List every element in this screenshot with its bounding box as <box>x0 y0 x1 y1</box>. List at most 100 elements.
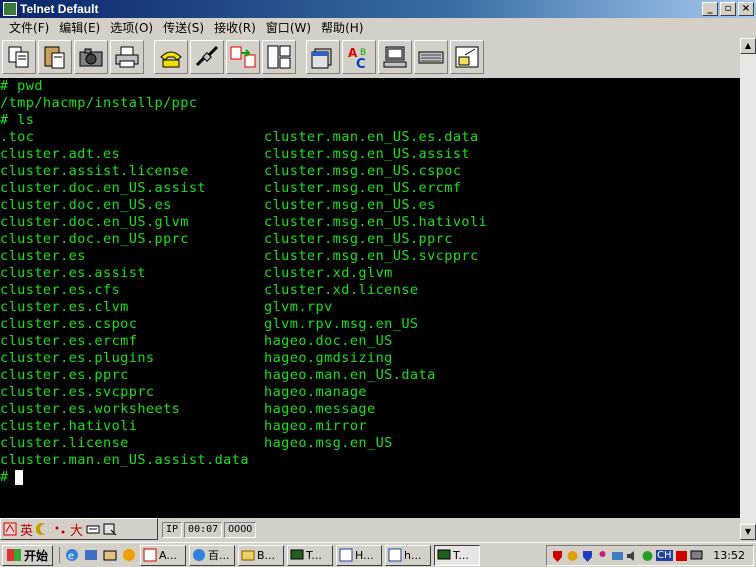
task-button-baidu[interactable]: 百... <box>189 544 236 566</box>
file-entry: cluster.doc.en_US.assist <box>0 180 207 196</box>
punctuation-icon[interactable] <box>53 522 67 536</box>
terminal-line: /tmp/hacmp/installp/ppc <box>0 95 198 111</box>
file-entry: cluster.xd.glvm <box>264 265 393 281</box>
file-entry: cluster.doc.en_US.glvm <box>0 214 189 230</box>
file-entry: hageo.message <box>264 401 376 417</box>
terminal-line: # ls <box>0 112 35 128</box>
copy-icon <box>8 46 29 68</box>
users-icon[interactable] <box>596 549 609 563</box>
computer-button[interactable] <box>378 40 412 74</box>
menu-receive[interactable]: 接收(R) <box>209 19 261 36</box>
system-clock[interactable]: 13:52 <box>713 549 745 562</box>
task-button-a[interactable]: A... <box>140 544 187 566</box>
browser-icon <box>193 549 206 561</box>
task-button-t1[interactable]: T... <box>287 544 334 566</box>
file-entry: cluster.man.en_US.assist.data <box>0 452 249 468</box>
menu-bar: 文件(F) 编辑(E) 选项(O) 传送(S) 接收(R) 窗口(W) 帮助(H… <box>0 18 756 36</box>
vertical-scrollbar[interactable]: ▲ ▼ <box>740 38 756 540</box>
show-desktop-icon[interactable] <box>102 547 118 563</box>
file-entry: cluster.xd.license <box>264 282 419 298</box>
terminal-line: # pwd <box>0 78 43 94</box>
file-entry: .toc <box>0 129 35 145</box>
start-button[interactable]: 开始 <box>2 544 54 566</box>
ime-width-label[interactable]: 大 <box>70 520 83 539</box>
antivirus-icon[interactable] <box>551 549 564 563</box>
task-button-b[interactable]: B... <box>238 544 285 566</box>
file-entry: cluster.es.pprc <box>0 367 129 383</box>
acrobat-icon <box>143 548 157 562</box>
task-button-telnet[interactable]: T... <box>434 544 481 566</box>
spellcheck-button[interactable]: ACB <box>342 40 376 74</box>
transfer-icon <box>230 46 256 68</box>
print-button[interactable] <box>110 40 144 74</box>
ime-settings-icon[interactable] <box>103 522 117 536</box>
files-button[interactable] <box>306 40 340 74</box>
ime-logo-icon[interactable] <box>3 522 17 536</box>
update-icon[interactable] <box>566 549 579 563</box>
internet-explorer-icon[interactable]: e <box>64 547 80 563</box>
shield-icon[interactable] <box>581 549 594 563</box>
volume-icon[interactable] <box>626 549 639 563</box>
half-moon-icon[interactable] <box>36 522 50 536</box>
transfer-button[interactable] <box>226 40 260 74</box>
outlook-icon[interactable] <box>83 547 99 563</box>
menu-file[interactable]: 文件(F) <box>4 19 54 36</box>
title-bar: Telnet Default _ ▫ × <box>0 0 756 18</box>
file-entry: hageo.gmdsizing <box>264 350 393 366</box>
file-entry: cluster.msg.en_US.hativoli <box>264 214 488 230</box>
file-entry: hageo.msg.en_US <box>264 435 393 451</box>
menu-window[interactable]: 窗口(W) <box>261 19 316 36</box>
scroll-up-button[interactable]: ▲ <box>740 38 756 54</box>
file-entry: cluster.es.assist <box>0 265 146 281</box>
disconnect-icon <box>195 45 219 67</box>
disconnect-button[interactable] <box>190 40 224 74</box>
terminal-screen[interactable]: # pwd /tmp/hacmp/installp/ppc # ls .toc … <box>0 78 740 518</box>
folder-icon <box>241 550 255 561</box>
minimize-button[interactable]: _ <box>702 2 718 16</box>
file-entry: cluster.es.cfs <box>0 282 121 298</box>
media-player-icon[interactable] <box>121 547 137 563</box>
file-entry: cluster.es.plugins <box>0 350 155 366</box>
terminal-icon <box>290 549 304 560</box>
copy-button[interactable] <box>2 40 36 74</box>
telnet-app-icon[interactable] <box>3 2 17 16</box>
menu-options[interactable]: 选项(O) <box>105 19 158 36</box>
windows-logo-icon <box>7 549 21 561</box>
display-icon[interactable] <box>690 549 703 563</box>
scroll-down-button[interactable]: ▼ <box>740 524 756 540</box>
menu-edit[interactable]: 编辑(E) <box>54 19 105 36</box>
ime-toolbar[interactable]: 英 大 <box>0 518 158 540</box>
toolbar: ACB <box>0 38 740 76</box>
menu-help[interactable]: 帮助(H) <box>316 19 368 36</box>
shell-prompt: # <box>0 469 23 486</box>
file-entry: hageo.man.en_US.data <box>264 367 436 383</box>
keyboard-button[interactable] <box>414 40 448 74</box>
ime-lang-label[interactable]: 英 <box>20 520 33 539</box>
svg-text:e: e <box>68 551 74 562</box>
network-icon[interactable] <box>611 549 624 563</box>
quick-launch: e <box>59 547 137 563</box>
task-button-h1[interactable]: H... <box>336 544 383 566</box>
layout-button[interactable] <box>262 40 296 74</box>
close-button[interactable]: × <box>738 2 754 16</box>
file-entry: hageo.doc.en_US <box>264 333 393 349</box>
paste-button[interactable] <box>38 40 72 74</box>
system-tray: CH 13:52 <box>546 545 754 566</box>
layout-icon <box>267 45 291 69</box>
capture-button[interactable] <box>74 40 108 74</box>
file-entry: hageo.manage <box>264 384 368 400</box>
keyboard-icon <box>418 51 444 64</box>
messenger-icon[interactable] <box>641 549 654 563</box>
file-entry: cluster.assist.license <box>0 163 189 179</box>
terminal-icon <box>437 549 451 560</box>
soft-keyboard-icon[interactable] <box>86 522 100 536</box>
dial-button[interactable] <box>154 40 188 74</box>
image-button[interactable] <box>450 40 484 74</box>
language-indicator[interactable]: CH <box>656 550 673 561</box>
task-button-h2[interactable]: h... <box>385 544 432 566</box>
status-mode: IP <box>162 522 183 538</box>
file-entry: cluster.license <box>0 435 129 451</box>
restore-button[interactable]: ▫ <box>720 2 736 16</box>
ime-tray-icon[interactable] <box>675 549 688 563</box>
menu-send[interactable]: 传送(S) <box>158 19 209 36</box>
